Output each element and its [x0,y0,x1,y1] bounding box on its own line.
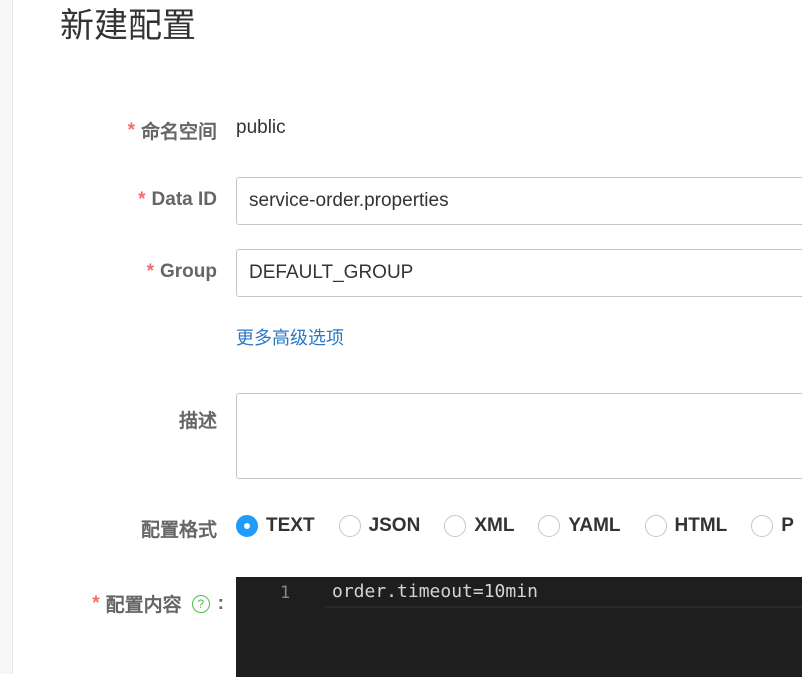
group-input[interactable]: DEFAULT_GROUP [236,249,802,297]
namespace-label: * 命名空间 [128,117,217,144]
radio-checked-icon [236,515,258,537]
required-mark: * [92,592,100,614]
required-mark: * [138,189,146,210]
format-radio-json[interactable]: JSON [338,515,421,537]
group-label: * Group [147,261,217,283]
help-icon[interactable]: ? [191,594,210,613]
radio-label: HTML [674,515,728,536]
left-border [0,0,13,674]
radio-label: TEXT [266,515,315,536]
format-radio-html[interactable]: HTML [644,515,728,537]
advanced-options-link[interactable]: 更多高级选项 [236,324,344,350]
line-number: 1 [280,583,291,603]
required-mark: * [146,261,154,282]
data-id-label: * Data ID [138,189,217,211]
radio-unchecked-icon [751,515,774,537]
radio-label: JSON [368,515,421,536]
namespace-value: public [236,117,286,138]
group-label-text: Group [160,261,217,282]
radio-unchecked-icon [644,515,667,537]
code-editor[interactable]: 1 order.timeout=10min [236,577,802,677]
radio-label: P [781,515,794,536]
format-label-text: 配置格式 [140,520,217,541]
namespace-label-text: 命名空间 [140,122,217,143]
format-radio-xml[interactable]: XML [444,515,514,537]
content-label-text: 配置内容 [105,595,182,616]
data-id-input[interactable]: service-order.properties [236,177,802,225]
data-id-label-text: Data ID [151,189,217,210]
format-radio-text[interactable]: TEXT [236,515,315,537]
page-title: 新建配置 [60,7,196,45]
description-textarea[interactable] [236,393,802,479]
required-mark: * [127,119,135,141]
description-label-text: 描述 [178,411,217,432]
radio-unchecked-icon [338,515,361,537]
content-label-colon: : [217,592,224,614]
code-line[interactable]: order.timeout=10min [332,581,538,602]
content-label: * 配置内容 ? : [92,590,224,617]
radio-label: XML [474,515,515,536]
format-label: 配置格式 [141,515,217,542]
format-radio-group: TEXT JSON XML YAML HTML P [236,510,802,542]
radio-unchecked-icon [538,515,561,537]
radio-unchecked-icon [444,515,467,537]
description-label: 描述 [179,406,217,433]
format-radio-properties[interactable]: P [751,515,794,537]
radio-label: YAML [568,515,621,536]
format-radio-yaml[interactable]: YAML [538,515,621,537]
